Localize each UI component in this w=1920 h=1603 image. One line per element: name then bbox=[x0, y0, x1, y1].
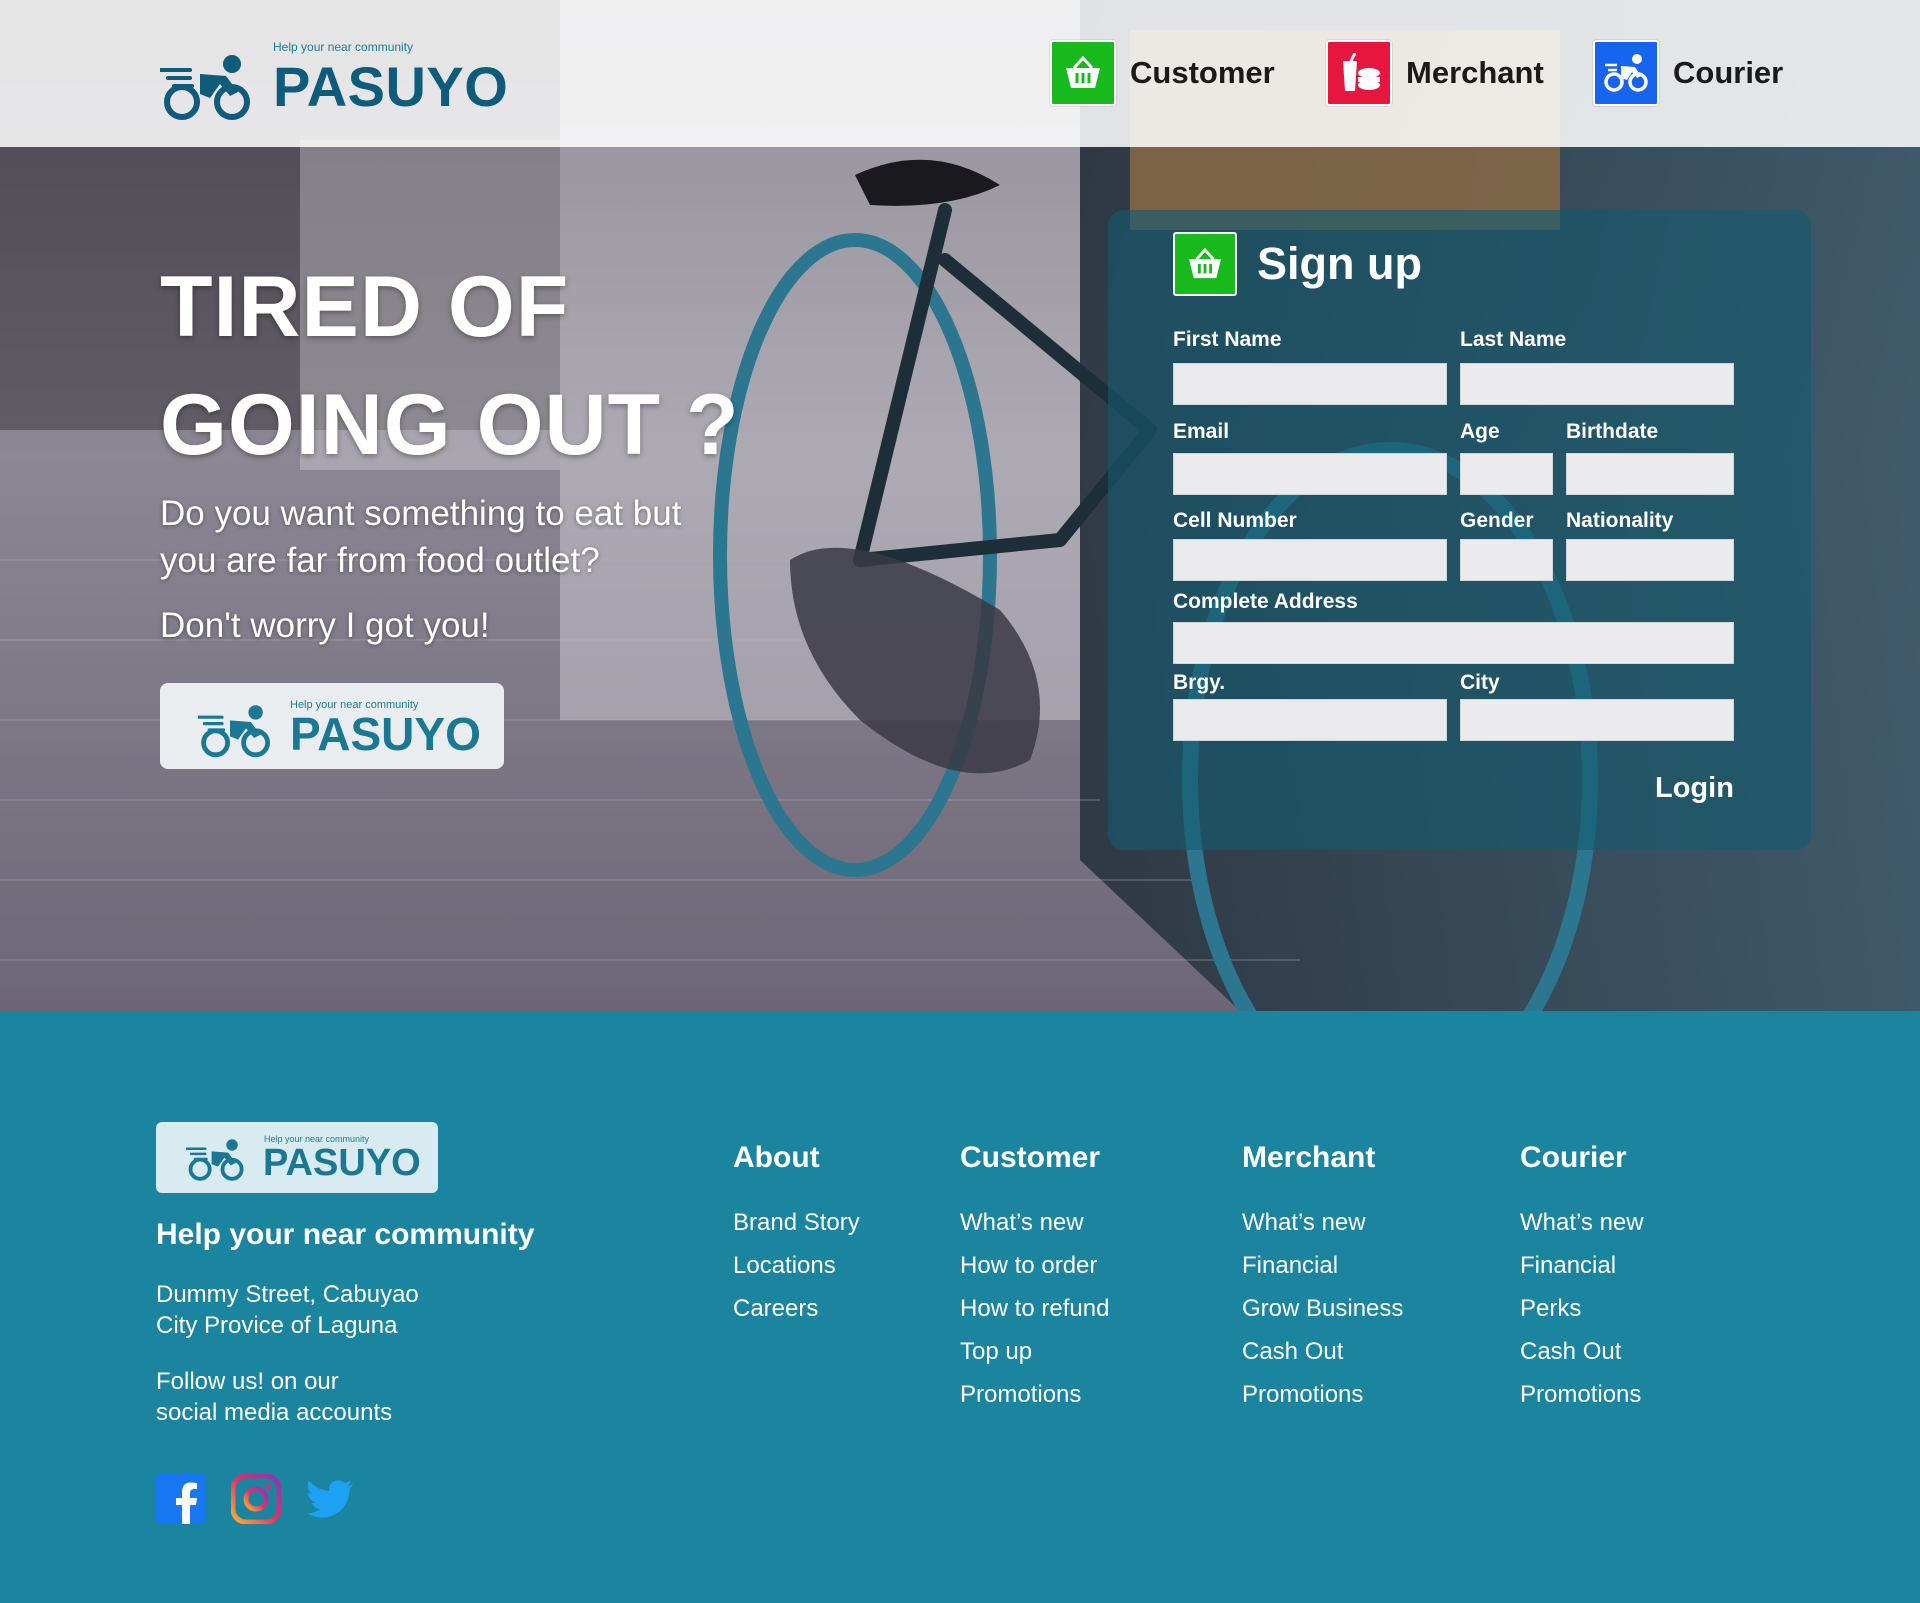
cyclist-logo-icon bbox=[198, 705, 270, 758]
instagram-icon[interactable] bbox=[231, 1474, 281, 1524]
footer-link[interactable]: Grow Business bbox=[1242, 1295, 1403, 1338]
address-input[interactable] bbox=[1173, 622, 1734, 664]
footer-link[interactable]: How to order bbox=[960, 1252, 1109, 1295]
footer-link[interactable]: Cash Out bbox=[1520, 1338, 1644, 1381]
food-icon bbox=[1326, 40, 1392, 106]
last-name-label: Last Name bbox=[1460, 328, 1567, 351]
footer-link[interactable]: Promotions bbox=[1242, 1381, 1403, 1424]
footer-tagline: Help your near community bbox=[156, 1218, 535, 1251]
basket-icon bbox=[1050, 40, 1116, 106]
nav-customer-label: Customer bbox=[1130, 55, 1275, 90]
footer-link[interactable]: What’s new bbox=[1242, 1209, 1403, 1252]
footer-column-about: About Brand Story Locations Careers bbox=[733, 1141, 860, 1338]
hero-subtext-reassure: Don't worry I got you! bbox=[160, 606, 490, 645]
signup-header: Sign up bbox=[1173, 232, 1422, 296]
logo-wordmark: PASUYO bbox=[290, 708, 481, 760]
cyclist-logo-icon bbox=[186, 1139, 244, 1181]
hero-headline-line1: TIRED OF bbox=[160, 259, 570, 355]
nav-courier-label: Courier bbox=[1673, 55, 1784, 90]
footer-link[interactable]: What’s new bbox=[960, 1209, 1109, 1252]
logo-tagline: Help your near community bbox=[273, 40, 414, 54]
footer-link[interactable]: Financial bbox=[1242, 1252, 1403, 1295]
address-label: Complete Address bbox=[1173, 590, 1358, 613]
column-title: Customer bbox=[960, 1141, 1101, 1174]
age-label: Age bbox=[1460, 420, 1500, 443]
hero-logo-card[interactable]: Help your near community PASUYO bbox=[160, 683, 504, 769]
basket-icon bbox=[1173, 232, 1237, 296]
logo-wordmark: PASUYO bbox=[273, 55, 509, 118]
nationality-input[interactable] bbox=[1566, 539, 1734, 581]
footer-link[interactable]: Brand Story bbox=[733, 1209, 860, 1252]
footer-address: Dummy Street, Cabuyao City Provice of La… bbox=[156, 1281, 419, 1339]
twitter-icon[interactable] bbox=[305, 1474, 355, 1524]
email-input[interactable] bbox=[1173, 453, 1447, 495]
signup-title: Sign up bbox=[1257, 238, 1422, 289]
cell-number-label: Cell Number bbox=[1173, 509, 1297, 532]
first-name-input[interactable] bbox=[1173, 363, 1447, 405]
facebook-icon[interactable] bbox=[156, 1474, 206, 1524]
cyclist-logo-icon bbox=[160, 55, 250, 120]
bike-icon bbox=[1593, 40, 1659, 106]
footer-link[interactable]: Locations bbox=[733, 1252, 860, 1295]
footer-link[interactable]: Promotions bbox=[1520, 1381, 1644, 1424]
birthdate-label: Birthdate bbox=[1566, 420, 1659, 443]
first-name-label: First Name bbox=[1173, 328, 1282, 351]
footer-link[interactable]: What’s new bbox=[1520, 1209, 1644, 1252]
nav-customer[interactable]: Customer bbox=[1050, 40, 1275, 106]
footer-column-customer: Customer What’s new How to order How to … bbox=[960, 1141, 1109, 1424]
nav-merchant[interactable]: Merchant bbox=[1326, 40, 1544, 106]
nav-merchant-label: Merchant bbox=[1406, 55, 1544, 90]
last-name-input[interactable] bbox=[1460, 363, 1734, 405]
column-title: About bbox=[733, 1141, 820, 1174]
footer-link[interactable]: How to refund bbox=[960, 1295, 1109, 1338]
footer-link[interactable]: Top up bbox=[960, 1338, 1109, 1381]
age-input[interactable] bbox=[1460, 453, 1553, 495]
city-input[interactable] bbox=[1460, 699, 1734, 741]
footer-column-merchant: Merchant What’s new Financial Grow Busin… bbox=[1242, 1141, 1403, 1424]
hero-headline-line2: GOING OUT ? bbox=[160, 377, 740, 473]
email-label: Email bbox=[1173, 420, 1230, 443]
header-logo[interactable]: Help your near community PASUYO bbox=[160, 40, 508, 130]
birthdate-input[interactable] bbox=[1566, 453, 1734, 495]
footer-link[interactable]: Careers bbox=[733, 1295, 860, 1338]
footer-link[interactable]: Financial bbox=[1520, 1252, 1644, 1295]
gender-label: Gender bbox=[1460, 509, 1534, 532]
hero-subtext: Do you want something to eat but you are… bbox=[160, 494, 682, 580]
nationality-label: Nationality bbox=[1566, 509, 1674, 532]
footer-link[interactable]: Promotions bbox=[960, 1381, 1109, 1424]
column-title: Merchant bbox=[1242, 1141, 1376, 1174]
footer-link[interactable]: Cash Out bbox=[1242, 1338, 1403, 1381]
footer-column-courier: Courier What’s new Financial Perks Cash … bbox=[1520, 1141, 1644, 1424]
login-link[interactable]: Login bbox=[1655, 772, 1734, 805]
cell-number-input[interactable] bbox=[1173, 539, 1447, 581]
column-title: Courier bbox=[1520, 1141, 1627, 1174]
footer-link[interactable]: Perks bbox=[1520, 1295, 1644, 1338]
footer-follow-text: Follow us! on our social media accounts bbox=[156, 1368, 393, 1426]
footer-logo[interactable]: Help your near community PASUYO bbox=[156, 1122, 438, 1193]
site-header: Help your near community PASUYO Customer… bbox=[0, 0, 1920, 147]
signup-panel: Sign up First Name Last Name Email Age B… bbox=[1108, 210, 1811, 850]
brgy-input[interactable] bbox=[1173, 699, 1447, 741]
city-label: City bbox=[1460, 671, 1500, 694]
gender-input[interactable] bbox=[1460, 539, 1553, 581]
logo-wordmark: PASUYO bbox=[263, 1142, 421, 1184]
brgy-label: Brgy. bbox=[1173, 671, 1226, 694]
nav-courier[interactable]: Courier bbox=[1593, 40, 1783, 106]
site-footer: Help your near community PASUYO Help you… bbox=[0, 1011, 1920, 1603]
